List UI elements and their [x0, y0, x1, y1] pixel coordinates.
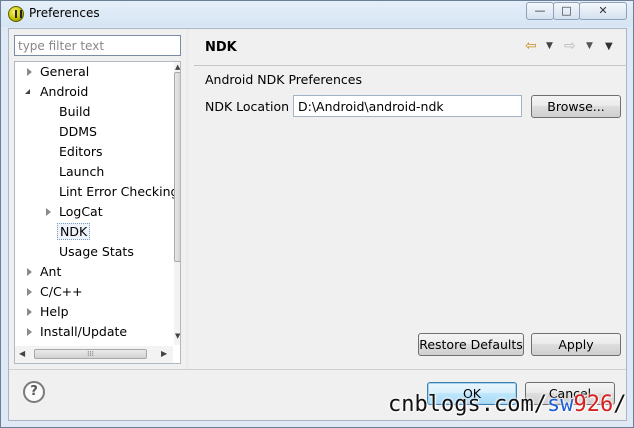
title-bar[interactable]: Preferences — □ ✕ — [1, 1, 633, 27]
tree-item-editors[interactable]: Editors — [59, 142, 103, 162]
expand-icon[interactable] — [27, 68, 32, 76]
minimize-button[interactable]: — — [526, 2, 554, 20]
filter-input[interactable] — [14, 35, 181, 56]
tree-item-ddms[interactable]: DDMS — [59, 122, 97, 142]
button-bar-divider — [9, 369, 626, 370]
watermark-user-number: 926 — [573, 392, 614, 417]
expand-icon[interactable] — [27, 288, 32, 296]
tree-item-usage-stats[interactable]: Usage Stats — [59, 242, 134, 262]
scroll-down-icon[interactable]: ▼ — [175, 332, 180, 340]
apply-button[interactable]: Apply — [531, 333, 621, 356]
tree-item-launch[interactable]: Launch — [59, 162, 104, 182]
restore-defaults-button[interactable]: Restore Defaults — [418, 333, 524, 356]
close-button[interactable]: ✕ — [579, 2, 627, 20]
watermark-domain: cnblogs.com/ — [388, 392, 547, 417]
panel-sash[interactable] — [186, 29, 189, 369]
expand-icon[interactable] — [27, 308, 32, 316]
maximize-button[interactable]: □ — [553, 2, 580, 20]
tree-vertical-scrollbar[interactable]: ▲ ▼ — [174, 62, 180, 345]
watermark-user-prefix: sw — [546, 392, 574, 417]
expand-icon[interactable] — [27, 328, 32, 336]
browse-button[interactable]: Browse... — [531, 95, 621, 118]
expand-icon[interactable] — [27, 268, 32, 276]
help-icon[interactable]: ? — [23, 381, 45, 403]
back-history-menu-icon[interactable]: ▼ — [546, 41, 553, 51]
selected-item-label: NDK — [57, 223, 91, 240]
tree-horizontal-scrollbar[interactable]: ◀ ⁞⁞⁞ ▶ — [15, 346, 173, 363]
watermark-slash: / — [613, 392, 627, 417]
forward-arrow-icon[interactable]: ⇨ — [564, 38, 576, 54]
view-menu-icon[interactable]: ▼ — [605, 41, 613, 52]
window-title: Preferences — [29, 6, 100, 20]
preference-tree: General Android Build DDMS Editors Launc… — [14, 61, 181, 364]
dialog-body: General Android Build DDMS Editors Launc… — [8, 28, 627, 421]
back-arrow-icon[interactable]: ⇦ — [525, 38, 537, 54]
watermark: cnblogs.com/sw926/ — [388, 389, 626, 421]
scroll-up-icon[interactable]: ▲ — [175, 63, 180, 71]
vertical-scroll-thumb[interactable] — [174, 72, 180, 262]
tree-item-build[interactable]: Build — [59, 102, 90, 122]
ndk-location-field[interactable] — [293, 95, 522, 117]
collapse-icon[interactable] — [25, 89, 30, 94]
scroll-left-icon[interactable]: ◀ — [19, 349, 25, 358]
expand-icon[interactable] — [46, 208, 51, 216]
tree-item-lint-error-checking[interactable]: Lint Error Checking — [59, 182, 178, 202]
eclipse-app-icon — [8, 6, 24, 22]
ndk-location-label: NDK Location — [205, 99, 290, 114]
preferences-window: Preferences — □ ✕ General Android Build … — [0, 0, 634, 428]
title-divider — [194, 65, 627, 66]
page-title: NDK — [205, 40, 237, 55]
tree-item-ndk[interactable]: NDK — [57, 222, 91, 242]
horizontal-scroll-thumb[interactable]: ⁞⁞⁞ — [34, 349, 147, 359]
forward-history-menu-icon[interactable]: ▼ — [586, 41, 593, 51]
page-description: Android NDK Preferences — [205, 72, 362, 87]
scroll-right-icon[interactable]: ▶ — [161, 349, 167, 358]
